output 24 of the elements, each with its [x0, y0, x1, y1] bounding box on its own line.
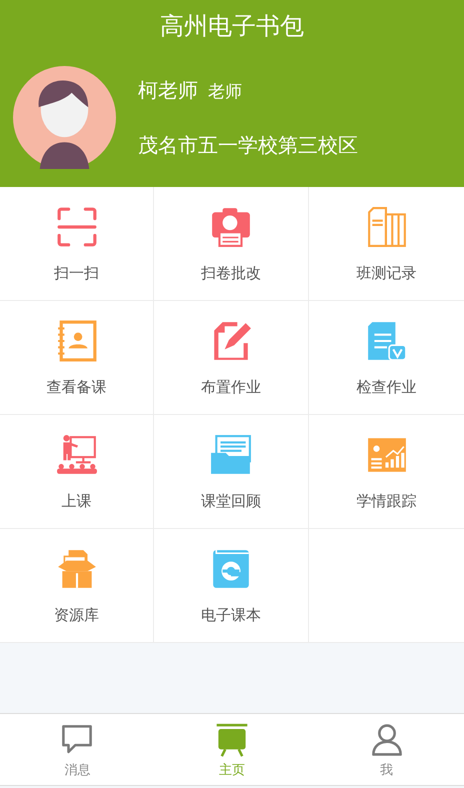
tab-item[interactable]: 我 [309, 714, 464, 785]
checked-document-icon [366, 320, 408, 362]
menu-tile[interactable]: 扫卷批改 [154, 187, 309, 301]
menu-tile[interactable]: 资源库 [0, 529, 154, 643]
open-box-icon [56, 548, 98, 590]
tab-item[interactable]: 消息 [0, 714, 155, 785]
menu-tile[interactable]: 查看备课 [0, 301, 154, 415]
contact-book-icon [56, 320, 98, 362]
easel-board-icon [214, 723, 250, 757]
app-title: 高州电子书包 [159, 11, 305, 42]
folder-icon [210, 434, 252, 476]
teacher-board-icon [56, 434, 98, 476]
e-book-icon [210, 548, 252, 590]
camera-icon [210, 206, 252, 248]
menu-tile[interactable]: 扫一扫 [0, 187, 154, 301]
menu-tile[interactable]: 布置作业 [154, 301, 309, 415]
menu-tile[interactable]: 电子课本 [154, 529, 309, 643]
menu-tile[interactable]: 上课 [0, 415, 154, 529]
school-name: 茂名市五一学校第三校区 [138, 132, 358, 156]
teacher-role: 老师 [208, 80, 242, 102]
teacher-name: 柯老师 [138, 76, 198, 104]
menu-tile[interactable]: 课堂回顾 [154, 415, 309, 529]
scan-icon [56, 206, 98, 248]
document-stack-icon [366, 206, 408, 248]
